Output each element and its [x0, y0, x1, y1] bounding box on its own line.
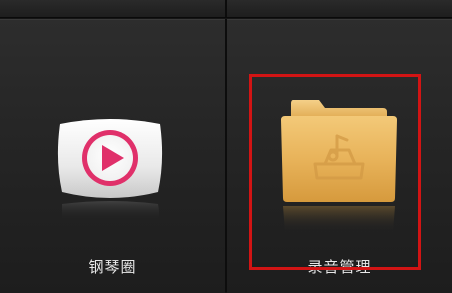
selection-highlight: [249, 74, 421, 270]
app-tile-piano-circle[interactable]: 钢琴圈: [0, 19, 225, 293]
app-label: 钢琴圈: [88, 258, 137, 276]
play-icon: [50, 112, 170, 226]
top-strip: [0, 0, 452, 18]
top-strip-separator: [225, 0, 227, 17]
